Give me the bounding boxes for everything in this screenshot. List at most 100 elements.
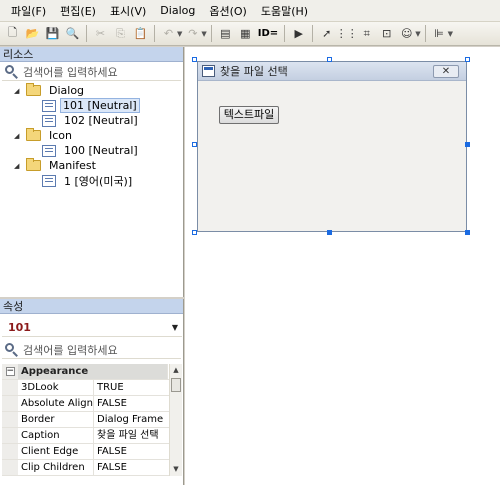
dialog-resource-icon	[42, 114, 56, 127]
tree-item-label: 102 [Neutral]	[64, 114, 138, 127]
expanded-arrow-icon[interactable]: ◢	[14, 132, 22, 140]
menu-view[interactable]: 표시(V)	[103, 1, 153, 21]
selected-object-value: 101	[8, 320, 31, 334]
property-category-label: Appearance	[18, 364, 168, 379]
dialog-resource-icon	[42, 99, 56, 112]
theme-dropdown-icon[interactable]: ▼	[415, 30, 420, 38]
align-icon[interactable]: ⊫	[430, 24, 449, 43]
dialog-title: 찾을 파일 선택	[220, 65, 288, 78]
scroll-up-icon[interactable]: ▲	[170, 364, 182, 377]
menu-help[interactable]: 도움말(H)	[254, 1, 315, 21]
undo-dropdown-icon[interactable]: ▼	[177, 30, 182, 38]
guides-icon[interactable]: ⌗	[357, 24, 376, 43]
resize-handle[interactable]	[465, 142, 470, 147]
text-file-button[interactable]: 텍스트파일	[219, 106, 279, 124]
property-grid-scrollbar[interactable]: ▲ ▼	[169, 364, 182, 476]
tree-item-icon-100[interactable]: 100 [Neutral]	[42, 143, 142, 158]
resize-handle[interactable]	[192, 57, 197, 62]
redo-dropdown-icon[interactable]: ▼	[201, 30, 206, 38]
tab-order-icon[interactable]: ⊡	[377, 24, 396, 43]
icon-resource-icon	[42, 144, 56, 157]
toolbar-separator	[210, 25, 212, 42]
property-name: Absolute Align	[18, 396, 94, 411]
pointer-icon[interactable]: ➚	[317, 24, 336, 43]
property-row[interactable]: Caption 찾을 파일 선택	[2, 428, 182, 444]
open-folder-icon[interactable]: 📂	[23, 24, 42, 43]
property-category-row[interactable]: − Appearance	[2, 364, 182, 380]
resources-panel-title: 리소스	[0, 47, 183, 62]
property-name: Client Edge	[18, 444, 94, 459]
tree-item-label: Icon	[49, 129, 72, 142]
property-row[interactable]: Clip Children FALSE	[2, 460, 182, 476]
resize-handle[interactable]	[465, 230, 470, 235]
resize-handle[interactable]	[465, 57, 470, 62]
folder-icon	[26, 158, 41, 171]
properties-panel-title: 속성	[0, 299, 183, 314]
toolbar-separator	[154, 25, 155, 42]
property-row[interactable]: 3DLook TRUE	[2, 380, 182, 396]
undo-icon[interactable]: ↶	[159, 24, 178, 43]
resize-handle[interactable]	[192, 230, 197, 235]
print-preview-icon[interactable]: 🔍	[63, 24, 82, 43]
copy-icon[interactable]: ⎘	[111, 24, 130, 43]
expanded-arrow-icon[interactable]: ◢	[14, 87, 22, 95]
toolbar-separator	[86, 25, 87, 42]
tree-item-label: 101 [Neutral]	[60, 98, 140, 113]
folder-icon	[26, 128, 41, 141]
menu-dialog[interactable]: Dialog	[153, 2, 202, 19]
new-file-icon[interactable]: 🗋	[3, 24, 22, 43]
scroll-down-icon[interactable]: ▼	[170, 463, 182, 476]
toolbar: 🗋 📂 💾 🔍 ✂ ⎘ 📋 ↶ ▼ ↷ ▼ ▤ ▦ ID= ▶ ➚ ⋮⋮ ⌗ ⊡…	[0, 22, 500, 46]
menu-edit[interactable]: 편집(E)	[53, 1, 103, 21]
toolbar-separator	[312, 25, 314, 42]
tree-item-dialog-folder[interactable]: ◢ Dialog	[14, 83, 88, 98]
redo-icon[interactable]: ↷	[183, 24, 202, 43]
resource-search-input[interactable]: 검색어를 입력하세요	[2, 63, 181, 81]
collapse-icon[interactable]: −	[5, 367, 15, 376]
expanded-arrow-icon[interactable]: ◢	[14, 162, 22, 170]
menu-bar: 파일(F) 편집(E) 표시(V) Dialog 옵션(O) 도움말(H)	[0, 0, 500, 22]
dialog-title-bar[interactable]: 찾을 파일 선택	[198, 62, 466, 81]
tree-item-icon-folder[interactable]: ◢ Icon	[14, 128, 76, 143]
properties-view-icon[interactable]: ▦	[236, 24, 255, 43]
theme-smiley-icon[interactable]: ☺	[397, 24, 416, 43]
manifest-resource-icon	[42, 174, 56, 187]
test-dialog-icon[interactable]: ▶	[289, 24, 308, 43]
close-icon[interactable]: ✕	[433, 65, 459, 78]
save-icon[interactable]: 💾	[43, 24, 62, 43]
tree-item-manifest-1[interactable]: 1 [영어(미국)]	[42, 173, 136, 188]
menu-options[interactable]: 옵션(O)	[202, 1, 253, 21]
folder-icon	[26, 83, 41, 96]
property-row[interactable]: Border Dialog Frame	[2, 412, 182, 428]
property-row[interactable]: Client Edge FALSE	[2, 444, 182, 460]
search-icon	[5, 342, 19, 357]
cut-icon[interactable]: ✂	[91, 24, 110, 43]
object-selector-dropdown[interactable]: 101 ▼	[2, 318, 182, 337]
property-name: Caption	[18, 428, 94, 443]
property-search-placeholder: 검색어를 입력하세요	[23, 343, 118, 357]
search-icon	[5, 64, 19, 79]
category-gutter: −	[2, 364, 18, 379]
property-row[interactable]: Absolute Align FALSE	[2, 396, 182, 412]
resource-search-placeholder: 검색어를 입력하세요	[23, 65, 118, 79]
chevron-down-icon[interactable]: ▼	[172, 323, 178, 332]
resize-handle[interactable]	[327, 230, 332, 235]
resource-id-button[interactable]: ID=	[256, 28, 280, 39]
align-dropdown-icon[interactable]: ▼	[448, 30, 453, 38]
menu-file[interactable]: 파일(F)	[4, 1, 53, 21]
tree-item-dialog-102[interactable]: 102 [Neutral]	[42, 113, 142, 128]
toolbar-separator	[284, 25, 286, 42]
resource-view-icon[interactable]: ▤	[216, 24, 235, 43]
scroll-thumb[interactable]	[171, 378, 181, 392]
property-search-input[interactable]: 검색어를 입력하세요	[2, 341, 181, 359]
grid-icon[interactable]: ⋮⋮	[336, 24, 358, 43]
resize-handle[interactable]	[327, 57, 332, 62]
property-name: Clip Children	[18, 460, 94, 475]
dialog-preview[interactable]: 찾을 파일 선택 ✕ 텍스트파일	[197, 61, 467, 232]
paste-icon[interactable]: 📋	[131, 24, 150, 43]
dialog-window-icon	[202, 65, 215, 77]
tree-item-label: 1 [영어(미국)]	[64, 174, 133, 188]
resize-handle[interactable]	[192, 142, 197, 147]
tree-item-label: 100 [Neutral]	[64, 144, 138, 157]
tree-item-dialog-101[interactable]: 101 [Neutral]	[42, 98, 140, 113]
